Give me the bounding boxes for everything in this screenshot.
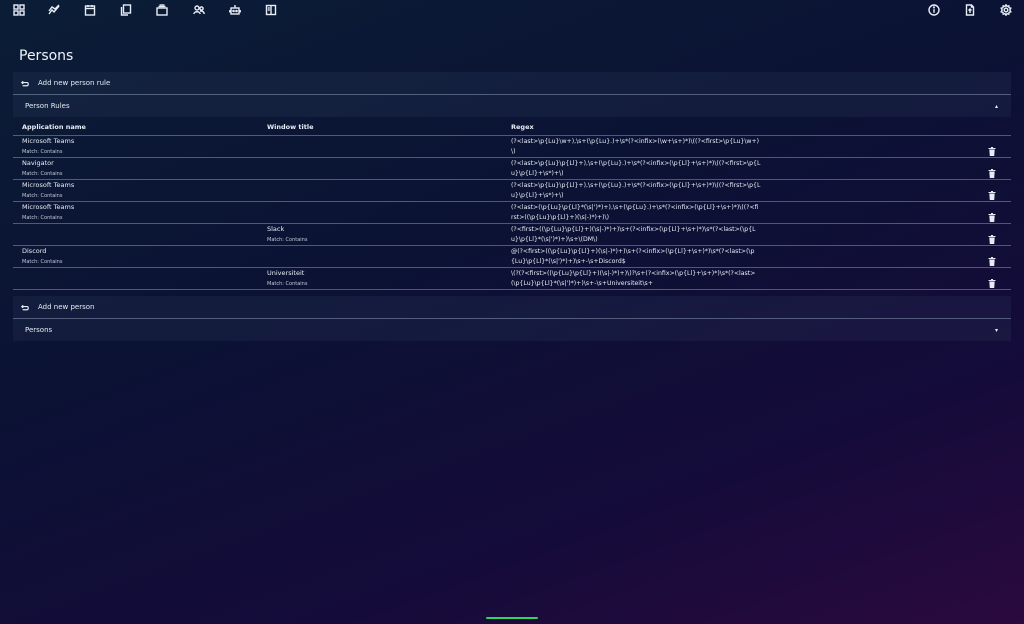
column-header-regex[interactable]: Regex <box>511 123 534 131</box>
undo-add-icon <box>20 302 30 312</box>
window-match-type: Match: Contains <box>267 281 308 287</box>
table-row[interactable]: Universiteit Match: Contains \(?(?<first>(… <box>13 268 1011 290</box>
application-name: Microsoft Teams <box>22 137 75 145</box>
regex-value: (?<last>\p{Lu}\p{Ll}+),\s+(\p{Lu}.)+\s*(… <box>511 160 761 177</box>
table-row[interactable]: Slack Match: Contains (?<first>((\p{Lu}\p{… <box>13 224 1011 246</box>
table-row[interactable]: Microsoft Teams Match: Contains (?<last>\p… <box>13 136 1011 158</box>
add-person-rule-button[interactable]: Add new person rule <box>13 72 1011 94</box>
regex-value: @(?<first>((\p{Lu}\p{Ll}+)(\s|-)*)+)\s+(… <box>511 248 755 265</box>
persons-toggle[interactable]: Persons ▾ <box>13 319 1011 341</box>
table-header: Application name Window title Regex <box>13 118 1011 136</box>
persons-panel: Add new person Persons ▾ <box>13 296 1011 341</box>
application-match-type: Match: Contains <box>22 171 63 177</box>
table-row[interactable]: Discord Match: Contains @(?<first>((\p{Lu}… <box>13 246 1011 268</box>
delete-icon[interactable] <box>988 273 996 288</box>
delete-icon[interactable] <box>988 251 996 266</box>
column-header-window-title[interactable]: Window title <box>267 123 314 131</box>
window-title: Slack <box>267 225 285 233</box>
calendar-icon[interactable] <box>83 3 97 17</box>
application-match-type: Match: Contains <box>22 259 63 265</box>
person-rules-table: Application name Window title Regex Micr… <box>13 118 1011 290</box>
delete-icon[interactable] <box>988 207 996 222</box>
robot-icon[interactable] <box>228 3 242 17</box>
person-rules-panel: Add new person rule Person Rules ▴ <box>13 72 1011 117</box>
regex-value: (?<last>\p{Lu}\p{Ll}+),\s+(\p{Lu}.)+\s*(… <box>511 182 761 199</box>
application-match-type: Match: Contains <box>22 149 63 155</box>
table-row[interactable]: Navigator Match: Contains (?<last>\p{Lu}\p… <box>13 158 1011 180</box>
settings-icon[interactable] <box>999 3 1013 17</box>
dashboard-icon[interactable] <box>12 3 26 17</box>
bottom-progress-indicator <box>486 617 538 619</box>
application-name: Microsoft Teams <box>22 203 75 211</box>
undo-add-icon <box>20 78 30 88</box>
top-nav-bar <box>0 0 1024 22</box>
info-icon[interactable] <box>927 3 941 17</box>
window-match-type: Match: Contains <box>267 237 308 243</box>
application-match-type: Match: Contains <box>22 193 63 199</box>
table-row[interactable]: Microsoft Teams Match: Contains (?<last>(\… <box>13 202 1011 224</box>
regex-value: (?<last>\p{Lu}\w+),\s+(\p{Lu}.)+\s*(?<in… <box>511 138 760 155</box>
delete-icon[interactable] <box>988 185 996 200</box>
layers-icon[interactable] <box>155 3 169 17</box>
page-title: Persons <box>19 48 74 64</box>
application-name: Navigator <box>22 159 54 167</box>
regex-value: \(?(?<first>((\p{Lu}\p{Ll}+)(\s|-)*)+)\)… <box>511 270 756 287</box>
application-name: Discord <box>22 247 47 255</box>
person-rules-toggle[interactable]: Person Rules ▴ <box>13 95 1011 117</box>
person-rules-label: Person Rules <box>25 102 70 110</box>
delete-icon[interactable] <box>988 141 996 156</box>
application-match-type: Match: Contains <box>22 215 63 221</box>
chevron-down-icon: ▾ <box>994 326 998 334</box>
application-name: Microsoft Teams <box>22 181 75 189</box>
delete-icon[interactable] <box>988 163 996 178</box>
table-body: Microsoft Teams Match: Contains (?<last>\p… <box>13 136 1011 290</box>
panels-icon[interactable] <box>264 3 278 17</box>
regex-value: (?<first>((\p{Lu}\p{Ll}+)(\s|-)*)+)\s+(?… <box>511 226 756 243</box>
regex-value: (?<last>(\p{Lu}\p{Ll}*(\s|')*)+),\s+(\p{… <box>511 204 759 221</box>
delete-icon[interactable] <box>988 229 996 244</box>
chevron-up-icon: ▴ <box>994 102 998 110</box>
persons-label: Persons <box>25 326 53 334</box>
export-file-icon[interactable] <box>963 3 977 17</box>
add-person-button[interactable]: Add new person <box>13 296 1011 318</box>
column-header-application[interactable]: Application name <box>22 123 86 131</box>
add-person-rule-label: Add new person rule <box>38 79 111 87</box>
chart-icon[interactable] <box>47 3 61 17</box>
add-person-label: Add new person <box>38 303 95 311</box>
table-row[interactable]: Microsoft Teams Match: Contains (?<last>\p… <box>13 180 1011 202</box>
window-title: Universiteit <box>267 269 305 277</box>
documents-icon[interactable] <box>119 3 133 17</box>
people-icon[interactable] <box>192 3 206 17</box>
